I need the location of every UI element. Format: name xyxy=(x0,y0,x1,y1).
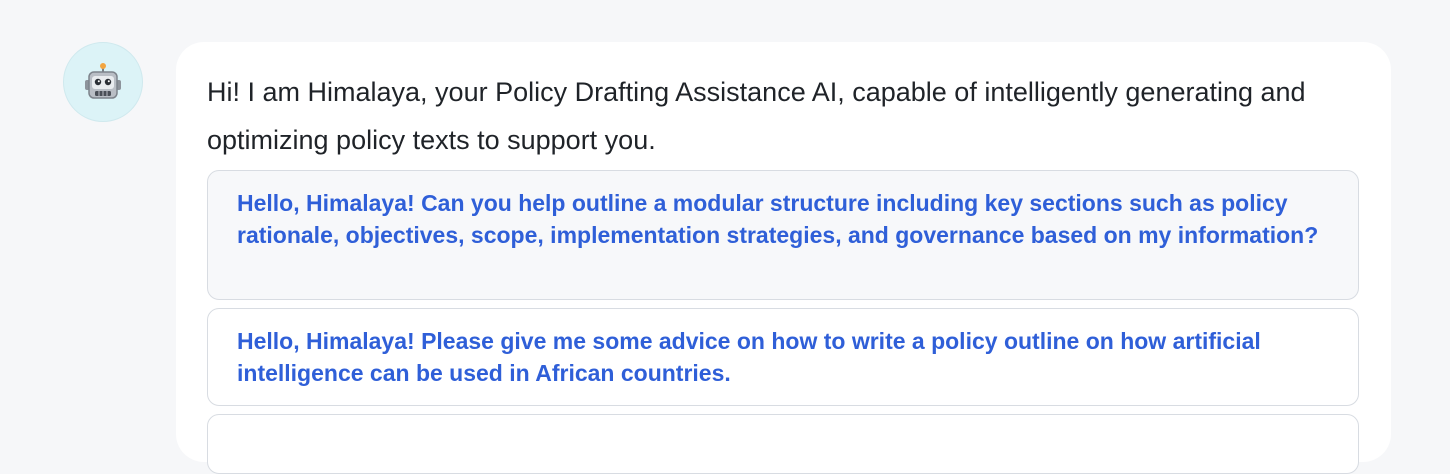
robot-icon xyxy=(85,63,121,99)
suggestion-text: Hello, Himalaya! Can you help outline a … xyxy=(237,190,1319,248)
assistant-message-bubble: Hi! I am Himalaya, your Policy Drafting … xyxy=(176,42,1391,474)
suggestion-card-partial[interactable] xyxy=(207,414,1359,474)
assistant-greeting-text: Hi! I am Himalaya, your Policy Drafting … xyxy=(207,77,1306,155)
suggestion-card-ai-policy-outline[interactable]: Hello, Himalaya! Please give me some adv… xyxy=(207,308,1359,406)
suggestion-text: Hello, Himalaya! Please give me some adv… xyxy=(237,328,1261,386)
suggestion-card-modular-structure[interactable]: Hello, Himalaya! Can you help outline a … xyxy=(207,170,1359,300)
assistant-avatar xyxy=(63,42,143,122)
